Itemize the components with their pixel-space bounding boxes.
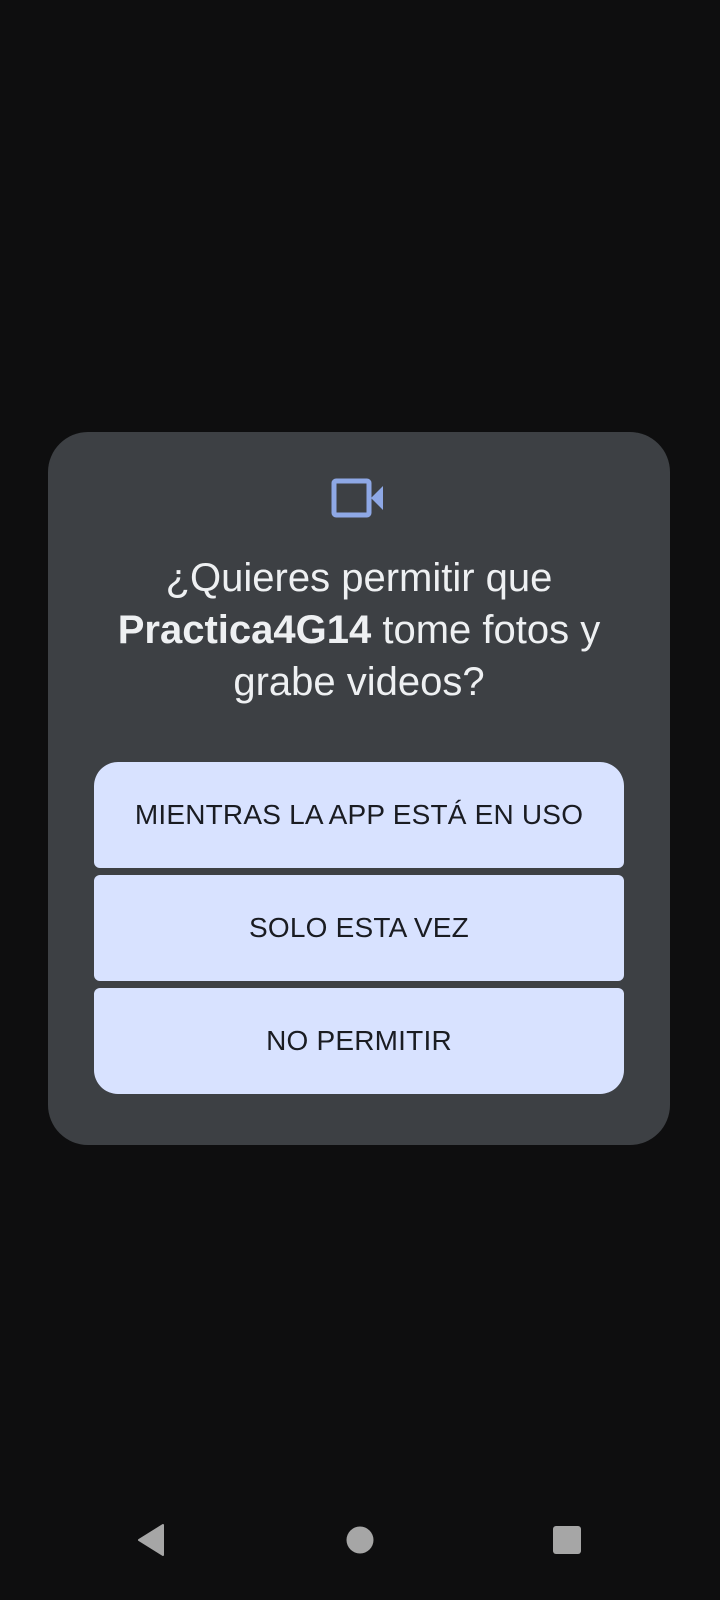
videocam-icon bbox=[331, 478, 383, 518]
back-triangle-icon bbox=[138, 1524, 164, 1556]
home-button[interactable] bbox=[330, 1510, 390, 1570]
back-button[interactable] bbox=[121, 1510, 181, 1570]
home-circle-icon bbox=[346, 1526, 374, 1554]
deny-button[interactable]: NO PERMITIR bbox=[94, 988, 624, 1094]
recents-square-icon bbox=[553, 1526, 581, 1554]
allow-once-button[interactable]: SOLO ESTA VEZ bbox=[94, 875, 624, 981]
permission-dialog: ¿Quieres permitir que Practica4G14 tome … bbox=[48, 432, 670, 1145]
dialog-title-prefix: ¿Quieres permitir que bbox=[165, 556, 553, 600]
allow-while-using-button[interactable]: MIENTRAS LA APP ESTÁ EN USO bbox=[94, 762, 624, 868]
app-name: Practica4G14 bbox=[117, 608, 372, 652]
navigation-bar bbox=[0, 1510, 720, 1600]
recents-button[interactable] bbox=[537, 1510, 597, 1570]
dialog-title: ¿Quieres permitir que Practica4G14 tome … bbox=[88, 552, 630, 708]
